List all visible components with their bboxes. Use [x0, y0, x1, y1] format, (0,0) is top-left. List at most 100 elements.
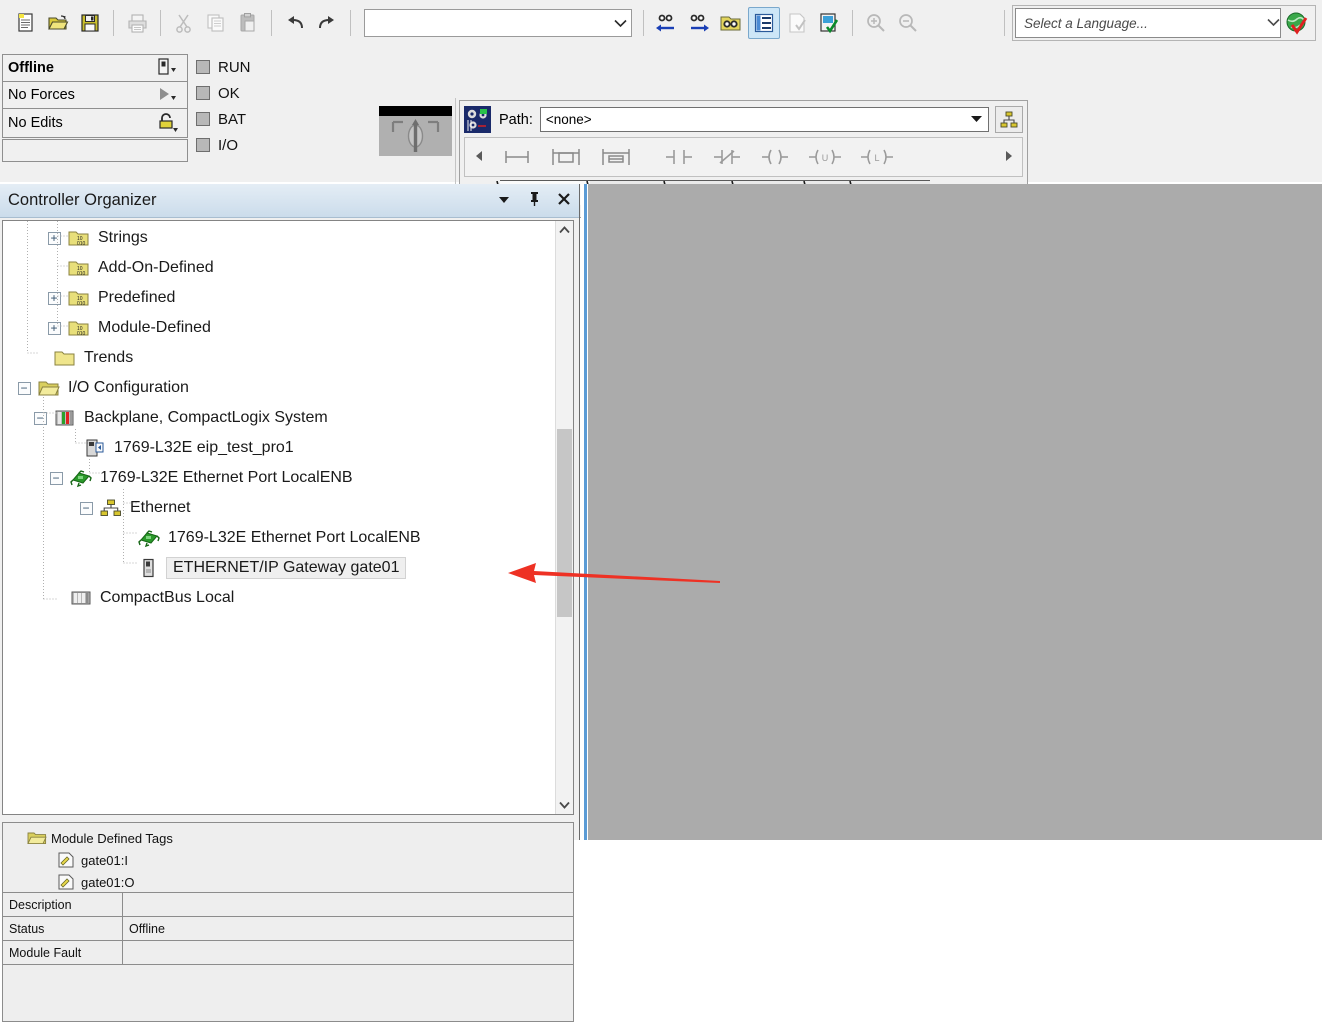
module-properties-panel: Module Defined Tags gate01:I gate01:O De… — [2, 822, 574, 1022]
controller-state-panel: Offline No Forces No Edits — [2, 54, 188, 138]
tree-vertical-scrollbar[interactable] — [555, 221, 573, 814]
language-select[interactable]: Select a Language... — [1015, 8, 1281, 38]
expander-none — [41, 253, 67, 283]
tree-item-ethernet-network[interactable]: − Ethernet — [3, 493, 555, 523]
property-key: Status — [3, 917, 123, 940]
zoom-in-icon[interactable] — [861, 8, 891, 38]
rslinx-who-active-icon[interactable] — [464, 106, 491, 133]
tree-item-ethernet-ip-gateway[interactable]: ETHERNET/IP Gateway gate01 — [3, 553, 555, 583]
verify-icon[interactable] — [814, 8, 844, 38]
new-file-icon[interactable] — [11, 8, 41, 38]
instr-scroll-right-icon[interactable] — [994, 150, 1022, 165]
module-tag-label: gate01:O — [81, 874, 135, 890]
open-folder-icon[interactable] — [43, 8, 73, 38]
controller-state-icon[interactable] — [153, 55, 187, 81]
dock-splitter[interactable] — [581, 184, 588, 840]
search-combo[interactable] — [364, 9, 632, 37]
ethernet-card-icon — [69, 466, 93, 490]
expander-minus[interactable]: − — [27, 403, 53, 433]
chevron-down-icon[interactable] — [609, 10, 631, 36]
instruction-toolbar: U L — [464, 137, 1023, 177]
globe-check-icon[interactable] — [1282, 8, 1312, 38]
datatype-folder-icon: 10 010 — [67, 316, 91, 340]
tree-item-predefined[interactable]: + 10 010 Predefined — [3, 283, 555, 313]
instr-scroll-left-icon[interactable] — [465, 150, 493, 165]
tree-item-ethernet-port-child[interactable]: 1769-L32E Ethernet Port LocalENB — [3, 523, 555, 553]
svg-text:010: 010 — [77, 331, 86, 337]
paste-icon[interactable] — [233, 8, 263, 38]
close-icon[interactable] — [549, 192, 579, 210]
tree-item-controller-module[interactable]: 1769-L32E eip_test_pro1 — [3, 433, 555, 463]
scroll-up-icon[interactable] — [556, 221, 573, 239]
tree-item-strings[interactable]: + 10 010 Strings — [3, 223, 555, 253]
tree-item-io-configuration[interactable]: − I/O Configuration — [3, 373, 555, 403]
xic-icon[interactable] — [661, 144, 697, 170]
scrollbar-thumb[interactable] — [557, 429, 572, 617]
copy-icon[interactable] — [201, 8, 231, 38]
controller-state-blank-row — [2, 139, 188, 162]
path-combo[interactable]: <none> — [539, 107, 989, 132]
save-icon[interactable] — [75, 8, 105, 38]
edits-row[interactable]: No Edits — [3, 109, 187, 136]
page-title: Controller Organizer — [8, 191, 157, 209]
datatype-folder-icon: 10 010 — [67, 226, 91, 250]
forces-play-icon[interactable] — [153, 82, 187, 108]
language-select-value: Select a Language... — [1024, 15, 1148, 31]
search-back-icon[interactable] — [652, 8, 682, 38]
cut-icon[interactable] — [169, 8, 199, 38]
expander-minus[interactable]: − — [11, 373, 37, 403]
rung-icon[interactable] — [499, 144, 535, 170]
led-bat: BAT — [196, 106, 306, 132]
scroll-down-icon[interactable] — [556, 796, 573, 814]
print-icon[interactable] — [122, 8, 152, 38]
property-key: Description — [3, 893, 123, 916]
open-folder-icon — [27, 830, 51, 846]
led-box-ok — [196, 86, 210, 100]
module-tag-row[interactable]: gate01:O — [3, 871, 573, 893]
expander-plus[interactable]: + — [41, 313, 67, 343]
undo-icon[interactable] — [280, 8, 310, 38]
tree-item-add-on-defined[interactable]: 10 010 Add-On-Defined — [3, 253, 555, 283]
otl-icon[interactable]: L — [857, 144, 897, 170]
tree-content: + 10 010 Strings 10 010 Add-On-Defined +… — [3, 221, 555, 814]
svg-text:U: U — [822, 153, 829, 163]
tree-item-backplane[interactable]: − Backplane, CompactLogix System — [3, 403, 555, 433]
expander-plus[interactable]: + — [41, 283, 67, 313]
module-tag-row[interactable]: gate01:I — [3, 849, 573, 871]
path-bar: Path: <none> — [460, 101, 1027, 135]
dropdown-menu-icon[interactable] — [489, 192, 519, 209]
tree-item-module-defined[interactable]: + 10 010 Module-Defined — [3, 313, 555, 343]
tree-item-label: Predefined — [98, 289, 176, 306]
branch-level-icon[interactable] — [597, 144, 635, 170]
otu-icon[interactable]: U — [805, 144, 845, 170]
module-tag-label: gate01:I — [81, 852, 128, 868]
padlock-icon[interactable] — [153, 109, 187, 136]
expander-minus[interactable]: − — [73, 493, 99, 523]
led-io: I/O — [196, 132, 306, 158]
tree-item-compactbus-local[interactable]: CompactBus Local — [3, 583, 555, 613]
module-defined-tags-header[interactable]: Module Defined Tags — [3, 827, 573, 849]
controller-mode-row[interactable]: Offline — [3, 55, 187, 82]
led-run: RUN — [196, 54, 306, 80]
tree-item-label: Ethernet — [130, 499, 191, 516]
controller-organizer-tree[interactable]: + 10 010 Strings 10 010 Add-On-Defined +… — [2, 220, 574, 815]
controller-organizer-toggle-icon[interactable] — [748, 7, 780, 39]
tree-item-trends[interactable]: Trends — [3, 343, 555, 373]
search-in-folder-icon[interactable] — [716, 8, 746, 38]
pin-icon[interactable] — [519, 191, 549, 210]
network-browse-icon[interactable] — [995, 106, 1023, 133]
chevron-down-icon[interactable] — [964, 115, 988, 125]
forces-row[interactable]: No Forces — [3, 82, 187, 109]
search-forward-icon[interactable] — [684, 8, 714, 38]
expander-minus[interactable]: − — [43, 463, 69, 493]
zoom-out-icon[interactable] — [893, 8, 923, 38]
branch-icon[interactable] — [547, 144, 585, 170]
ote-icon[interactable] — [757, 144, 793, 170]
chevron-down-icon[interactable] — [1267, 14, 1280, 32]
expander-plus[interactable]: + — [41, 223, 67, 253]
svg-text:010: 010 — [77, 271, 86, 277]
properties-icon[interactable] — [782, 8, 812, 38]
tree-item-ethernet-port[interactable]: − 1769-L32E Ethernet Port LocalENB — [3, 463, 555, 493]
xio-icon[interactable] — [709, 144, 745, 170]
redo-icon[interactable] — [312, 8, 342, 38]
